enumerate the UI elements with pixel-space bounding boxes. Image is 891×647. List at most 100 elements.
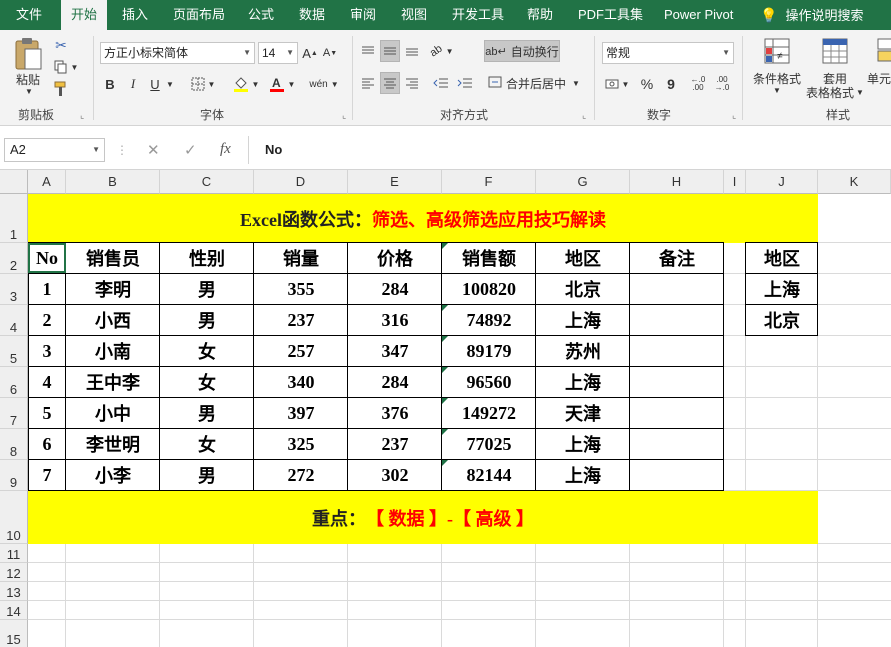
error-indicator-icon[interactable] bbox=[442, 305, 448, 311]
table-cell[interactable]: 男 bbox=[160, 398, 254, 428]
tab-developer[interactable]: 开发工具 bbox=[452, 0, 504, 30]
format-as-table-icon[interactable] bbox=[820, 36, 850, 66]
increase-font-icon[interactable]: A ▲ bbox=[302, 44, 318, 62]
table-cell[interactable]: 1 bbox=[28, 274, 66, 304]
paste-dropdown-icon[interactable]: ▼ bbox=[22, 86, 36, 96]
row-header-1[interactable]: 1 bbox=[0, 194, 28, 243]
font-size-select[interactable]: 14 ▼ bbox=[258, 42, 298, 64]
number-format-select[interactable]: 常规 ▼ bbox=[602, 42, 734, 64]
header-cell[interactable]: 销量 bbox=[254, 243, 348, 273]
table-cell[interactable]: 100820 bbox=[442, 274, 536, 304]
table-cell[interactable]: 李世明 bbox=[66, 429, 160, 459]
table-cell[interactable]: 7 bbox=[28, 460, 66, 490]
conditional-format-icon[interactable]: ≠ bbox=[762, 36, 792, 66]
footer-banner[interactable]: 重点：【 数据 】-【 高级 】 bbox=[28, 491, 818, 544]
tab-review[interactable]: 审阅 bbox=[350, 0, 376, 30]
table-cell[interactable]: 302 bbox=[348, 460, 442, 490]
tab-home[interactable]: 开始 bbox=[61, 0, 108, 30]
underline-dropdown-icon[interactable]: ▼ bbox=[165, 76, 175, 92]
col-header-d[interactable]: D bbox=[254, 170, 348, 194]
conditional-format-dropdown-icon[interactable]: ▼ bbox=[770, 84, 784, 96]
table-cell[interactable]: 237 bbox=[254, 305, 348, 335]
font-color-icon[interactable]: A ▼ bbox=[266, 74, 298, 94]
table-cell[interactable]: 王中李 bbox=[66, 367, 160, 397]
cell-styles-icon[interactable] bbox=[876, 36, 891, 66]
table-cell[interactable]: 男 bbox=[160, 305, 254, 335]
row-header-3[interactable]: 3 bbox=[0, 274, 28, 305]
table-cell[interactable]: 苏州 bbox=[536, 336, 630, 366]
criteria-cell[interactable]: 北京 bbox=[746, 305, 818, 335]
enter-icon[interactable]: ✓ bbox=[184, 141, 197, 159]
table-cell[interactable]: 257 bbox=[254, 336, 348, 366]
decrease-decimal-icon[interactable]: .00 →.0 bbox=[712, 74, 732, 94]
col-header-a[interactable]: A bbox=[28, 170, 66, 194]
table-cell[interactable]: 237 bbox=[348, 429, 442, 459]
table-cell[interactable]: 77025 bbox=[442, 429, 536, 459]
tab-power-pivot[interactable]: Power Pivot bbox=[664, 0, 733, 30]
error-indicator-icon[interactable] bbox=[442, 398, 448, 404]
clipboard-launcher-icon[interactable]: ⌞ bbox=[80, 110, 84, 121]
tab-page-layout[interactable]: 页面布局 bbox=[173, 0, 225, 30]
error-indicator-icon[interactable] bbox=[442, 367, 448, 373]
table-cell[interactable]: 284 bbox=[348, 367, 442, 397]
row-header-15[interactable]: 15 bbox=[0, 620, 28, 647]
table-cell[interactable]: 284 bbox=[348, 274, 442, 304]
table-cell[interactable]: 北京 bbox=[536, 274, 630, 304]
header-cell[interactable]: 销售额 bbox=[442, 243, 536, 273]
align-middle-icon[interactable] bbox=[380, 40, 400, 62]
font-name-select[interactable]: 方正小标宋简体 ▼ bbox=[100, 42, 255, 64]
table-cell[interactable]: 316 bbox=[348, 305, 442, 335]
table-cell[interactable]: 男 bbox=[160, 274, 254, 304]
table-cell[interactable]: 4 bbox=[28, 367, 66, 397]
table-cell[interactable] bbox=[630, 460, 724, 490]
increase-indent-icon[interactable] bbox=[454, 72, 476, 94]
criteria-cell[interactable]: 上海 bbox=[746, 274, 818, 304]
table-cell[interactable] bbox=[630, 367, 724, 397]
align-left-icon[interactable] bbox=[358, 72, 378, 94]
table-cell[interactable]: 149272 bbox=[442, 398, 536, 428]
tab-help[interactable]: 帮助 bbox=[527, 0, 553, 30]
align-right-icon[interactable] bbox=[402, 72, 422, 94]
error-indicator-icon[interactable] bbox=[442, 243, 448, 249]
col-header-c[interactable]: C bbox=[160, 170, 254, 194]
header-cell[interactable]: 价格 bbox=[348, 243, 442, 273]
merge-center-button[interactable]: 合并后居中 ▼ bbox=[484, 72, 584, 94]
table-cell[interactable]: 6 bbox=[28, 429, 66, 459]
table-cell[interactable]: 上海 bbox=[536, 429, 630, 459]
table-cell[interactable]: 上海 bbox=[536, 460, 630, 490]
table-cell[interactable]: 347 bbox=[348, 336, 442, 366]
alignment-launcher-icon[interactable]: ⌞ bbox=[582, 110, 586, 121]
row-header-13[interactable]: 13 bbox=[0, 582, 28, 601]
paste-icon[interactable] bbox=[10, 36, 46, 72]
table-cell[interactable]: 272 bbox=[254, 460, 348, 490]
row-header-9[interactable]: 9 bbox=[0, 460, 28, 491]
table-cell[interactable]: 小南 bbox=[66, 336, 160, 366]
align-center-icon[interactable] bbox=[380, 72, 400, 94]
tab-formulas[interactable]: 公式 bbox=[248, 0, 274, 30]
error-indicator-icon[interactable] bbox=[442, 460, 448, 466]
row-header-4[interactable]: 4 bbox=[0, 305, 28, 336]
format-as-table-button[interactable]: 表格格式 ▼ bbox=[802, 84, 868, 100]
table-cell[interactable]: 女 bbox=[160, 367, 254, 397]
header-cell[interactable]: 销售员 bbox=[66, 243, 160, 273]
font-launcher-icon[interactable]: ⌞ bbox=[342, 110, 346, 121]
table-cell[interactable]: 女 bbox=[160, 336, 254, 366]
row-header-12[interactable]: 12 bbox=[0, 563, 28, 582]
header-cell[interactable]: 备注 bbox=[630, 243, 724, 273]
increase-decimal-icon[interactable]: ←.0.00 bbox=[688, 74, 708, 94]
cut-icon[interactable]: ✂ bbox=[52, 36, 70, 54]
formula-input[interactable]: No bbox=[248, 136, 891, 164]
table-cell[interactable]: 355 bbox=[254, 274, 348, 304]
tab-pdf-tools[interactable]: PDF工具集 bbox=[578, 0, 643, 30]
name-box[interactable]: A2 ▼ bbox=[4, 138, 105, 162]
align-bottom-icon[interactable] bbox=[402, 40, 422, 62]
decrease-font-icon[interactable]: A ▼ bbox=[322, 44, 338, 62]
copy-icon[interactable]: ▼ bbox=[52, 58, 80, 76]
error-indicator-icon[interactable] bbox=[442, 429, 448, 435]
search-bar[interactable]: 💡 操作说明搜索 bbox=[760, 0, 863, 30]
criteria-header-cell[interactable]: 地区 bbox=[746, 243, 818, 273]
col-header-k[interactable]: K bbox=[818, 170, 891, 194]
format-painter-icon[interactable] bbox=[52, 80, 70, 98]
row-header-5[interactable]: 5 bbox=[0, 336, 28, 367]
table-cell[interactable]: 天津 bbox=[536, 398, 630, 428]
